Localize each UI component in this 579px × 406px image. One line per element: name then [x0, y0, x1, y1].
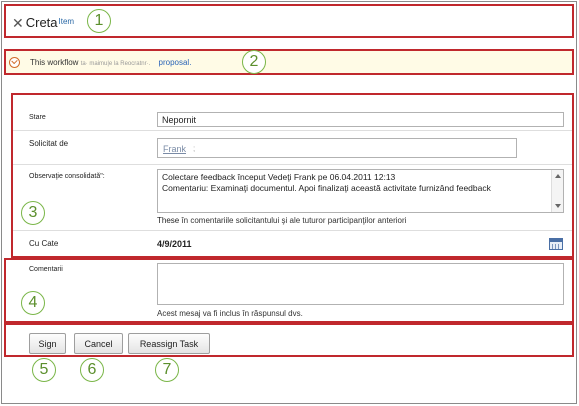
notes-hint-text: în comentariile solicitantului şi ale tu…	[179, 216, 407, 225]
callout-5: 5	[32, 358, 56, 382]
calendar-icon[interactable]	[549, 238, 563, 250]
requested-by-row: Solicitat de Frank ;	[13, 131, 572, 165]
scroll-up-icon[interactable]	[555, 174, 561, 178]
due-date-label: Cu Cate	[29, 239, 59, 248]
consolidated-notes-field[interactable]: Colectare feedback început Vedeţi Frank …	[157, 169, 564, 213]
status-value: Nepornit	[162, 115, 197, 125]
title-suffix: Item	[58, 17, 75, 26]
sign-button[interactable]: Sign	[29, 333, 66, 354]
comments-label: Comentarii	[29, 266, 63, 273]
info-faint-text: ta· maimu|e la Reocratnr·.	[80, 61, 151, 67]
close-icon[interactable]: ✕	[12, 16, 24, 30]
callout-3: 3	[21, 201, 45, 225]
proposal-link[interactable]: proposal.	[159, 58, 192, 67]
requested-by-field[interactable]: Frank ;	[157, 138, 517, 158]
notes-scrollbar[interactable]	[551, 170, 563, 212]
scroll-down-icon[interactable]	[555, 204, 561, 208]
consolidated-notes-label: Observaţie consolidată":	[29, 173, 105, 180]
status-row: Stare Nepornit	[13, 107, 572, 131]
notes-hint-lead: These	[157, 216, 180, 225]
title-text: Creta	[25, 15, 58, 30]
info-text: This workflow ta· maimu|e la Reocratnr·.…	[30, 58, 191, 67]
info-lead-text: This workflow	[30, 58, 79, 67]
requested-by-name[interactable]: Frank	[163, 144, 186, 154]
callout-4: 4	[21, 291, 45, 315]
notes-line: Comentariu: Examinaţi documentul. Apoi f…	[162, 183, 491, 193]
cancel-button[interactable]: Cancel	[74, 333, 123, 354]
callout-2: 2	[242, 50, 266, 74]
requested-by-separator: ;	[193, 144, 196, 153]
requested-by-label: Solicitat de	[29, 139, 69, 148]
comments-input[interactable]	[157, 263, 564, 305]
callout-6: 6	[80, 358, 104, 382]
reassign-task-button[interactable]: Reassign Task	[128, 333, 210, 354]
buttons-section: Sign Cancel Reassign Task	[4, 323, 574, 357]
consolidated-notes-hint: These în comentariile solicitantului şi …	[157, 216, 406, 225]
comments-section: Comentarii Acest mesaj va fi inclus în r…	[4, 258, 574, 323]
task-fields-section: Stare Nepornit Solicitat de Frank ; Obse…	[11, 93, 574, 258]
callout-7: 7	[155, 358, 179, 382]
due-date-value[interactable]: 4/9/2011	[157, 239, 192, 249]
form-title: ✕ Creta Item	[12, 15, 75, 31]
comments-note: Acest mesaj va fi inclus în răspunsul dv…	[157, 309, 303, 318]
callout-1: 1	[87, 9, 111, 33]
notes-line: Colectare feedback început Vedeţi Frank …	[162, 172, 396, 182]
status-label: Stare	[29, 114, 46, 121]
status-field: Nepornit	[157, 112, 564, 127]
workflow-info-icon	[9, 57, 20, 68]
info-bar: This workflow ta· maimu|e la Reocratnr·.…	[4, 49, 574, 75]
due-date-row: Cu Cate 4/9/2011	[13, 230, 572, 256]
